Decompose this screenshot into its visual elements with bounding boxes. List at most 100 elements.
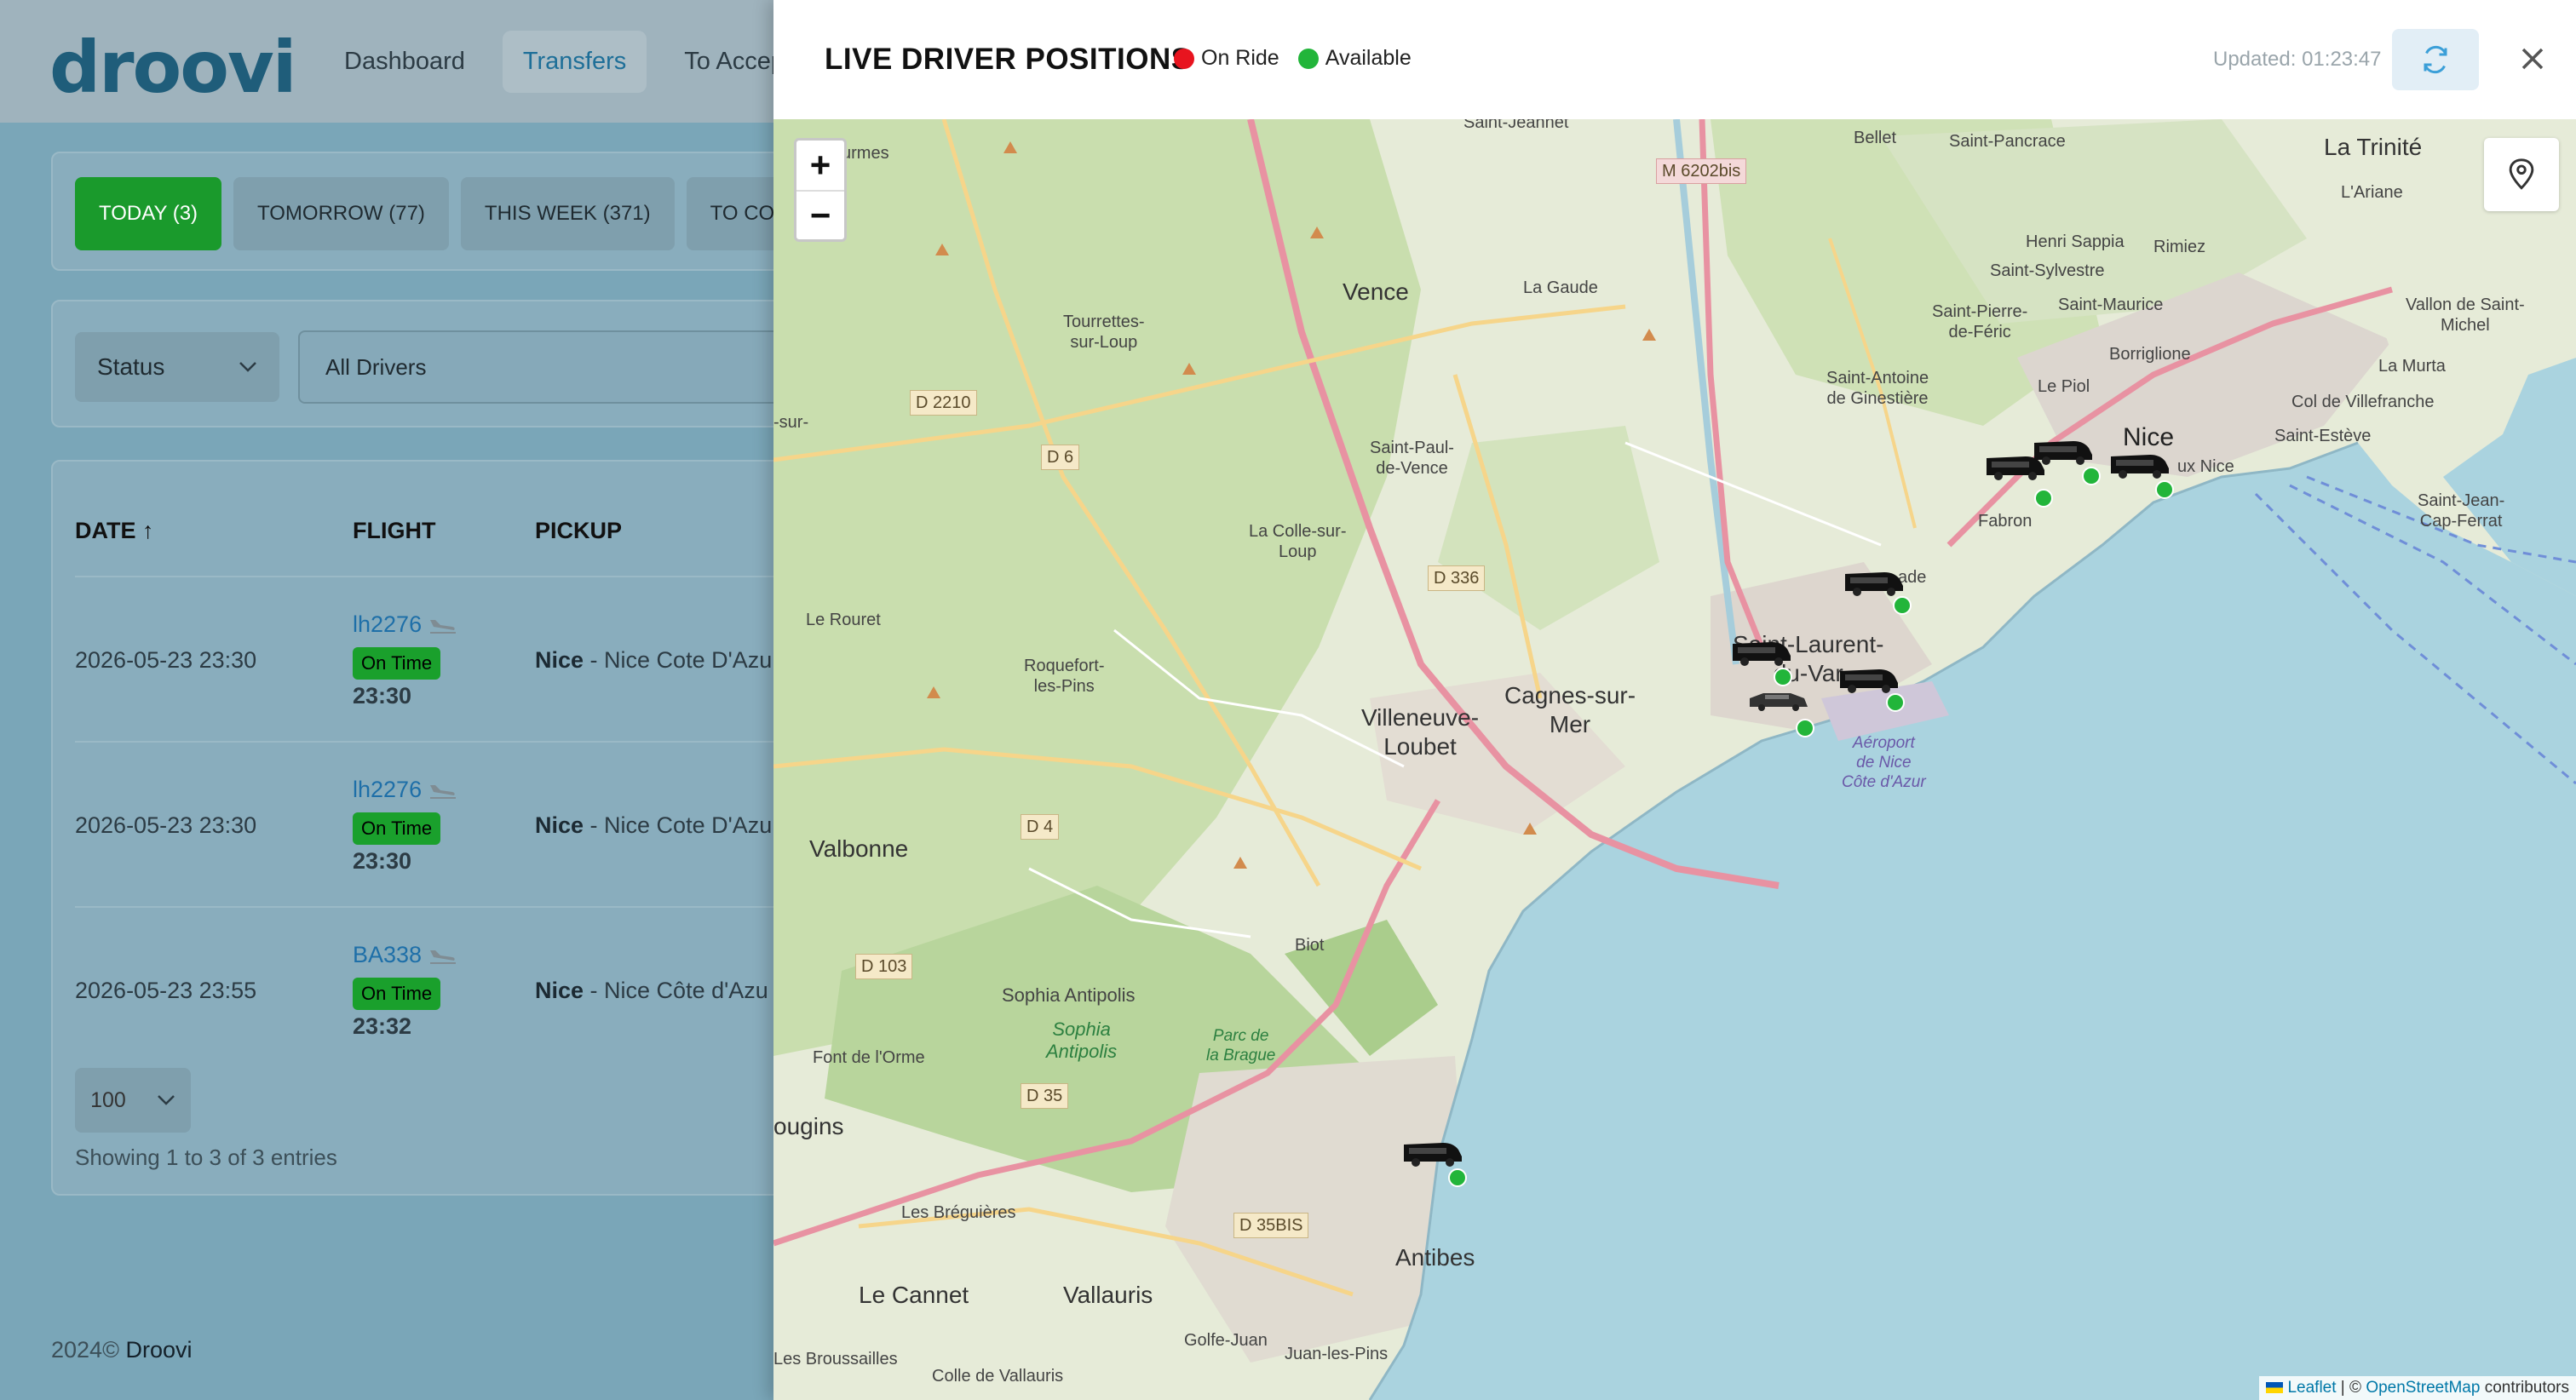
map-label: Le Cannet [859, 1282, 969, 1308]
flight-number[interactable]: BA338 [353, 942, 422, 968]
page-size-value: 100 [90, 1087, 126, 1112]
map-label: Les Broussailles [773, 1350, 898, 1368]
pickup-city: Nice [535, 647, 584, 673]
locate-button[interactable] [2484, 138, 2559, 211]
map-label: Golfe-Juan [1184, 1331, 1268, 1350]
row-pickup: Nice - Nice Côte d'Azu [535, 978, 768, 1004]
available-status-dot[interactable] [1886, 693, 1905, 712]
driver-marker-van[interactable] [2031, 436, 2096, 465]
map-pin-icon [2509, 158, 2534, 190]
map-label: La Trinité [2324, 134, 2423, 160]
map-label: Borriglione [2109, 345, 2191, 364]
status-badge: On Time [353, 978, 441, 1010]
th-pickup[interactable]: PICKUP [535, 518, 622, 544]
map-label: Rimiez [2153, 238, 2206, 256]
map-label: Saint-Maurice [2058, 295, 2164, 314]
filters-card: Status All Drivers [51, 300, 894, 427]
entries-info: Showing 1 to 3 of 3 entries [75, 1145, 337, 1170]
driver-marker-van[interactable] [1729, 637, 1794, 666]
th-date[interactable]: DATE ↑ [75, 518, 154, 544]
map-label: Saint-Sylvestre [1990, 261, 2105, 280]
plane-landing-icon [430, 950, 457, 964]
map-label: Saint-Antoine de Ginestière [1826, 369, 1929, 408]
map-label: D 103 [855, 954, 913, 979]
tab-today[interactable]: TODAY (3) [75, 177, 222, 250]
available-status-dot[interactable] [1893, 596, 1912, 615]
map-label: D 2210 [910, 390, 977, 416]
map-label: Antibes [1395, 1244, 1475, 1271]
table-row[interactable]: 2026-05-23 23:30 lh2276 On Time 23:30 Ni… [75, 741, 825, 906]
map-label: D 35BIS [1233, 1213, 1309, 1238]
driver-marker-van[interactable] [2107, 450, 2172, 479]
chevron-down-icon [239, 362, 256, 372]
map-label: ux Nice [2177, 457, 2234, 476]
map-label: urmes [842, 144, 889, 163]
available-status-dot[interactable] [1796, 719, 1814, 737]
map-label: Vallauris [1063, 1282, 1153, 1308]
row-flight[interactable]: lh2276 [353, 611, 457, 638]
table-row[interactable]: 2026-05-23 23:30 lh2276 On Time 23:30 Ni… [75, 576, 825, 741]
pickup-place: - Nice Cote D'Azu [584, 812, 773, 838]
available-status-dot[interactable] [1448, 1168, 1467, 1187]
droovi-logo[interactable]: droovi [49, 26, 297, 109]
map-label: -sur- [773, 413, 809, 432]
zoom-out-button[interactable]: − [796, 190, 844, 239]
driver-marker-van[interactable] [1842, 567, 1906, 596]
available-status-dot[interactable] [2082, 467, 2101, 485]
nav-dashboard[interactable]: Dashboard [324, 31, 486, 93]
available-status-dot[interactable] [2155, 480, 2174, 499]
map-label: L'Ariane [2341, 183, 2403, 202]
map-label: Villeneuve- Loubet [1361, 704, 1480, 760]
map-label: Fabron [1978, 512, 2033, 531]
nav-transfers[interactable]: Transfers [502, 31, 647, 93]
refresh-button[interactable] [2392, 29, 2479, 90]
updated-time: Updated: 01:23:47 [2213, 48, 2382, 71]
row-date: 2026-05-23 23:30 [75, 647, 257, 673]
map-label: Saint-Pancrace [1949, 132, 2066, 151]
row-flight[interactable]: lh2276 [353, 777, 457, 803]
leaflet-link[interactable]: Leaflet [2287, 1379, 2336, 1397]
map-label: Nice [2123, 423, 2175, 451]
map-label: Vallon de Saint- Michel [2406, 295, 2525, 335]
pickup-city: Nice [535, 978, 584, 1003]
map-label: Vence [1343, 278, 1409, 305]
row-date: 2026-05-23 23:30 [75, 812, 257, 838]
legend-on-ride: On Ride [1174, 46, 1279, 71]
row-flight[interactable]: BA338 [353, 942, 457, 968]
map-label: Biot [1295, 936, 1325, 955]
status-select-label: Status [97, 353, 165, 380]
row-date: 2026-05-23 23:55 [75, 978, 257, 1003]
map-label: La Colle-sur- Loup [1249, 522, 1347, 561]
close-button[interactable] [2511, 37, 2554, 80]
main-nav: Dashboard Transfers To Accep [324, 31, 805, 93]
driver-marker-van[interactable] [1400, 1138, 1465, 1167]
driver-marker-van[interactable] [1837, 664, 1901, 693]
map-label: Roquefort- les-Pins [1024, 657, 1105, 696]
driver-marker-car[interactable] [1746, 688, 1811, 712]
map-legend: On Ride Available [1174, 46, 1412, 71]
map-label: Bellet [1854, 129, 1897, 147]
zoom-in-button[interactable]: + [796, 141, 844, 190]
footer-brand: Droovi [125, 1337, 193, 1363]
available-status-dot[interactable] [1774, 668, 1792, 686]
map-label: Col de Villefranche [2291, 393, 2435, 411]
available-status-dot[interactable] [2034, 489, 2053, 508]
driver-map[interactable]: Saint-Jeannet urmes M 6202bis Bellet Sai… [773, 119, 2576, 1400]
modal-title: LIVE DRIVER POSITIONS [825, 43, 1192, 76]
map-label: M 6202bis [1656, 158, 1747, 184]
period-tabs-card: TODAY (3) TOMORROW (77) THIS WEEK (371) … [51, 152, 835, 271]
map-label: Henri Sappia [2026, 232, 2125, 251]
th-flight[interactable]: FLIGHT [353, 518, 435, 544]
tab-this-week[interactable]: THIS WEEK (371) [460, 177, 675, 250]
map-label: Sophia Antipolis [1002, 984, 1136, 1006]
status-select[interactable]: Status [75, 332, 279, 402]
map-label: Tourrettes- sur-Loup [1063, 313, 1145, 352]
flight-number[interactable]: lh2276 [353, 611, 422, 638]
table-row[interactable]: 2026-05-23 23:55 BA338 On Time 23:32 Nic… [75, 906, 825, 1071]
osm-link[interactable]: OpenStreetMap [2366, 1379, 2480, 1397]
footer: 2024© Droovi [51, 1337, 193, 1363]
tab-tomorrow[interactable]: TOMORROW (77) [233, 177, 449, 250]
flight-number[interactable]: lh2276 [353, 777, 422, 803]
page-size-select[interactable]: 100 [75, 1068, 191, 1133]
map-label: Le Rouret [806, 611, 881, 629]
